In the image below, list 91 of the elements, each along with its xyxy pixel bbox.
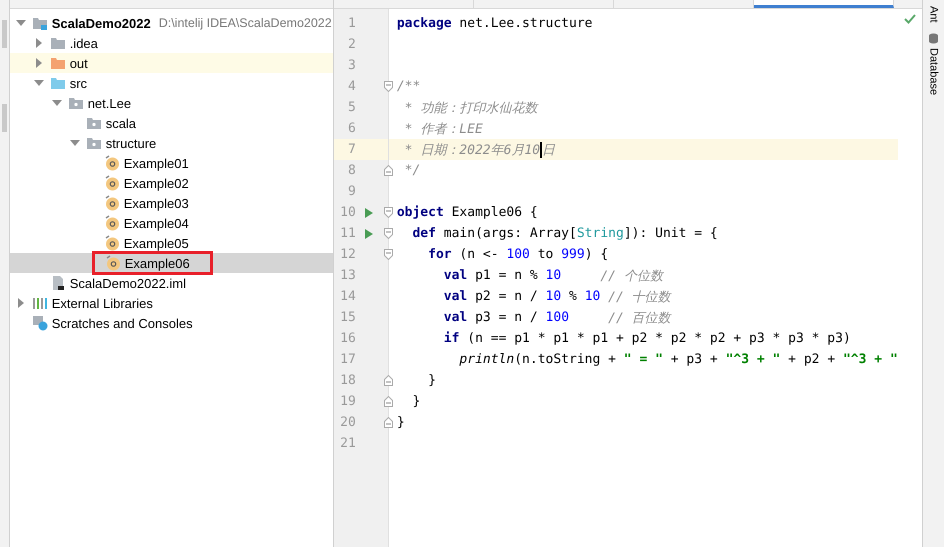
check-icon[interactable] bbox=[904, 13, 916, 25]
fold-icon[interactable] bbox=[384, 375, 393, 386]
line-number: 11 bbox=[339, 226, 356, 241]
code-line: val p2 = n / 10 % 10 // 十位数 bbox=[442, 288, 672, 306]
line-number: 7 bbox=[346, 142, 356, 157]
code-line: if (n == p1 * p1 * p1 + p2 * p2 * p2 + p3 * p3 * p3) bbox=[442, 330, 852, 348]
line-number: 19 bbox=[339, 394, 356, 409]
line-number: 6 bbox=[346, 121, 356, 136]
tree-item[interactable]: net.Lee bbox=[10, 93, 333, 113]
fold-icon[interactable] bbox=[384, 249, 393, 260]
tree-item[interactable]: ScalaDemo2022.iml bbox=[10, 273, 333, 293]
tree-item[interactable]: External Libraries bbox=[10, 293, 333, 313]
line-number: 1 bbox=[346, 16, 356, 31]
line-number: 17 bbox=[339, 352, 356, 367]
line-number: 14 bbox=[339, 289, 356, 304]
line-number: 15 bbox=[339, 310, 356, 325]
scala-object-icon bbox=[104, 255, 121, 271]
tree-item[interactable]: Example02 bbox=[10, 173, 333, 193]
fold-icon[interactable] bbox=[384, 165, 393, 176]
expanded-arrow-icon[interactable] bbox=[16, 18, 26, 28]
tree-item[interactable]: src bbox=[10, 73, 333, 93]
tree-item[interactable]: Scratches and Consoles bbox=[10, 313, 333, 333]
tree-item[interactable]: Example04 bbox=[10, 213, 333, 233]
line-number: 18 bbox=[339, 373, 356, 388]
line-number: 8 bbox=[346, 163, 356, 178]
code-line: package net.Lee.structure bbox=[396, 15, 594, 33]
tree-item[interactable]: ScalaDemo2022 D:\intelij IDEA\ScalaDemo2022 bbox=[10, 13, 333, 33]
fold-icon[interactable] bbox=[384, 207, 393, 218]
code-line: val p1 = n % 10 // 个位数 bbox=[442, 267, 665, 286]
tree-item[interactable]: Example06 bbox=[10, 253, 333, 273]
tool-window-tab[interactable]: Ant bbox=[927, 6, 940, 23]
code-line: */ bbox=[404, 162, 422, 180]
fold-icon[interactable] bbox=[384, 81, 393, 92]
scratches-icon bbox=[32, 315, 48, 331]
scala-object-icon bbox=[104, 215, 120, 231]
code-line: } bbox=[427, 372, 437, 390]
line-number: 9 bbox=[346, 184, 356, 199]
line-number: 12 bbox=[339, 247, 356, 262]
database-icon bbox=[928, 32, 939, 44]
code-line: * 作者：LEE bbox=[404, 120, 484, 138]
collapsed-arrow-icon[interactable] bbox=[16, 298, 26, 308]
tree-item[interactable]: out bbox=[10, 53, 333, 73]
code-line: for (n <- 100 to 999) { bbox=[427, 246, 610, 264]
line-number: 3 bbox=[346, 58, 356, 73]
tool-window-tab[interactable]: Database bbox=[927, 32, 940, 95]
line-number: 4 bbox=[346, 79, 356, 94]
code-line: println(n.toString + " = " + p3 + "^3 + " + p2 + "^3 + " bbox=[458, 351, 898, 369]
collapsed-arrow-icon[interactable] bbox=[34, 38, 44, 48]
expanded-arrow-icon[interactable] bbox=[34, 78, 44, 88]
package-folder-icon bbox=[86, 135, 102, 151]
code-line: } bbox=[396, 414, 406, 432]
expanded-arrow-icon[interactable] bbox=[70, 138, 80, 148]
code-line: def main(args: Array[String]): Unit = { bbox=[411, 225, 719, 243]
highlight-frame: Example06 bbox=[92, 251, 213, 275]
collapsed-arrow-icon[interactable] bbox=[34, 58, 44, 68]
module-folder-icon bbox=[32, 15, 48, 31]
line-number: 21 bbox=[339, 436, 356, 451]
line-number: 2 bbox=[346, 37, 356, 52]
line-number: 5 bbox=[346, 100, 356, 115]
line-number: 13 bbox=[339, 268, 356, 283]
line-number: 10 bbox=[339, 205, 356, 220]
folder-icon bbox=[50, 35, 66, 51]
fold-icon[interactable] bbox=[384, 417, 393, 428]
fold-icon[interactable] bbox=[384, 396, 393, 407]
tree-item[interactable]: Example03 bbox=[10, 193, 333, 213]
editor-tab[interactable] bbox=[754, 0, 894, 8]
line-number: 20 bbox=[339, 415, 356, 430]
scala-object-icon bbox=[104, 155, 120, 171]
run-icon[interactable] bbox=[364, 208, 374, 218]
package-folder-icon bbox=[86, 115, 102, 131]
tree-item[interactable]: Example05 bbox=[10, 233, 333, 253]
code-line: object Example06 { bbox=[396, 204, 539, 222]
code-line: } bbox=[411, 393, 422, 411]
code-line: val p3 = n / 100 // 百位数 bbox=[442, 309, 672, 328]
folder-icon bbox=[50, 75, 66, 91]
libraries-icon bbox=[32, 295, 48, 311]
scala-object-icon bbox=[104, 195, 120, 211]
fold-icon[interactable] bbox=[384, 228, 393, 239]
code-line: /** bbox=[396, 78, 422, 96]
package-folder-icon bbox=[68, 95, 84, 111]
tree-item[interactable]: Example01 bbox=[10, 153, 333, 173]
tree-item[interactable]: structure bbox=[10, 133, 333, 153]
scala-object-icon bbox=[104, 235, 120, 251]
line-number: 16 bbox=[339, 331, 356, 346]
folder-icon bbox=[50, 55, 66, 71]
expanded-arrow-icon[interactable] bbox=[52, 98, 62, 108]
tree-item[interactable]: scala bbox=[10, 113, 333, 133]
tree-item[interactable]: .idea bbox=[10, 33, 333, 53]
code-line: * 功能：打印水仙花数 bbox=[404, 100, 540, 118]
run-icon[interactable] bbox=[364, 228, 374, 238]
scala-object-icon bbox=[104, 175, 120, 191]
